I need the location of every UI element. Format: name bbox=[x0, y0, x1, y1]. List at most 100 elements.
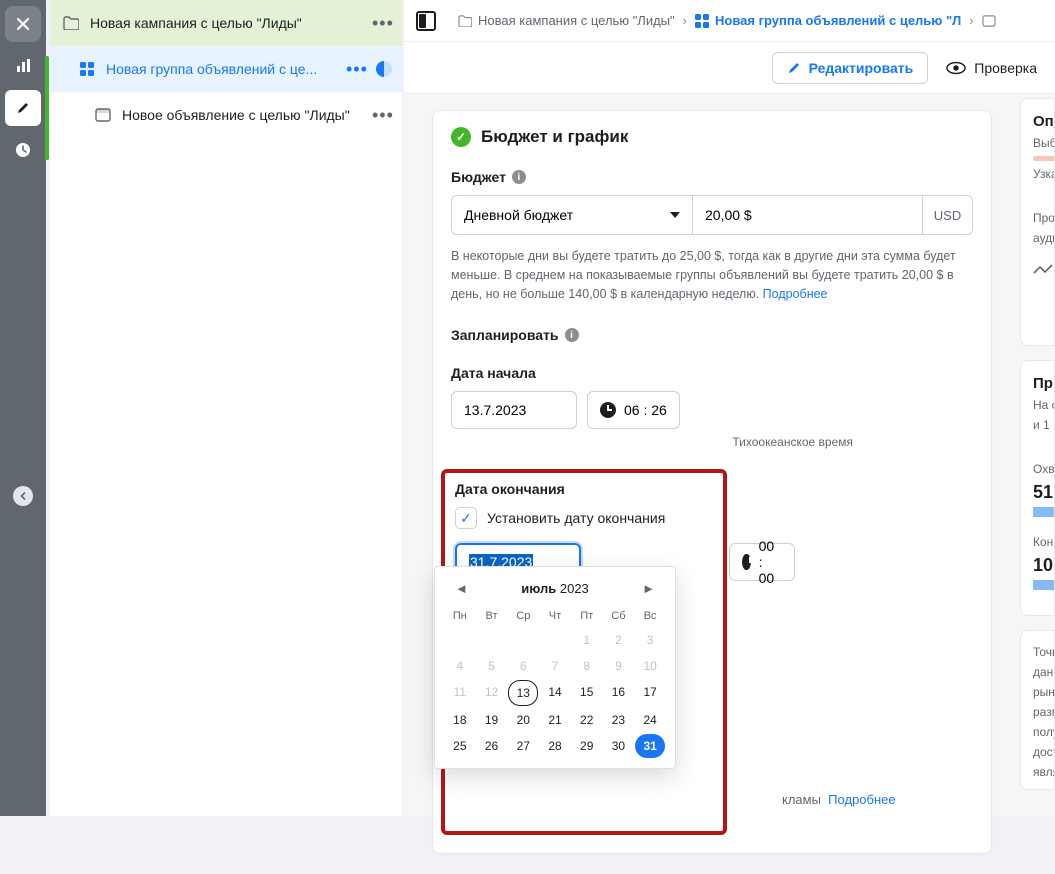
calendar-day: 11 bbox=[445, 680, 475, 706]
start-date-input[interactable]: 13.7.2023 bbox=[451, 391, 577, 429]
calendar-dow: Пт bbox=[572, 606, 602, 626]
calendar-dow: Вт bbox=[477, 606, 507, 626]
calendar-dow: Вс bbox=[635, 606, 665, 626]
timezone-label: Тихоокеанское время bbox=[451, 435, 853, 449]
more-icon[interactable]: ••• bbox=[372, 13, 392, 34]
grid-icon bbox=[78, 60, 96, 78]
calendar-day: 3 bbox=[635, 628, 665, 652]
calendar-day: 5 bbox=[477, 654, 507, 678]
action-bar: Редактировать Проверка bbox=[404, 42, 1055, 94]
trend-icon bbox=[1033, 263, 1053, 277]
breadcrumb-adgroup[interactable]: Новая группа объявлений с целью "Л bbox=[695, 13, 961, 28]
calendar-day[interactable]: 29 bbox=[572, 734, 602, 758]
calendar-dow: Пн bbox=[445, 606, 475, 626]
schedule-label: Запланировать i bbox=[451, 327, 973, 343]
budget-type-value: Дневной бюджет bbox=[464, 207, 573, 223]
bar-indicator bbox=[1033, 580, 1055, 590]
calendar-day: 7 bbox=[540, 654, 570, 678]
active-indicator bbox=[45, 56, 49, 160]
calendar-day[interactable]: 23 bbox=[604, 708, 634, 732]
right-panels: Оп Выб Узка Про ауди Пр На о и 1 Охв 51(… bbox=[1020, 98, 1055, 798]
calendar-day: 2 bbox=[604, 628, 634, 652]
folder-icon bbox=[62, 14, 80, 32]
next-month-icon[interactable]: ► bbox=[636, 579, 661, 598]
bar-indicator bbox=[1033, 507, 1055, 517]
tree-label: Новая кампания с целью "Лиды" bbox=[90, 15, 362, 31]
pencil-icon[interactable] bbox=[5, 90, 41, 126]
calendar-day[interactable]: 27 bbox=[508, 734, 538, 758]
calendar-day[interactable]: 16 bbox=[604, 680, 634, 706]
end-time-input[interactable]: 00 : 00 bbox=[729, 543, 795, 581]
calendar-day[interactable]: 30 bbox=[604, 734, 634, 758]
right-panel-3: Точн дан рын разм полу дост явля резу По… bbox=[1020, 630, 1055, 790]
ad-icon bbox=[982, 15, 996, 27]
calendar-popup: ◄ июль 2023 ► ПнВтСрЧтПтСбВс 12345678910… bbox=[434, 566, 676, 769]
budget-amount-input[interactable]: 20,00 $ bbox=[693, 195, 923, 235]
prev-month-icon[interactable]: ◄ bbox=[449, 579, 474, 598]
learn-more-link[interactable]: Подробнее bbox=[763, 287, 828, 301]
calendar-day: 8 bbox=[572, 654, 602, 678]
calendar-day[interactable]: 19 bbox=[477, 708, 507, 732]
calendar-day[interactable]: 24 bbox=[635, 708, 665, 732]
calendar-day-today[interactable]: 13 bbox=[508, 680, 538, 706]
check-circle-icon: ✓ bbox=[451, 127, 471, 147]
calendar-day: 6 bbox=[508, 654, 538, 678]
calendar-day[interactable]: 17 bbox=[635, 680, 665, 706]
calendar-day[interactable]: 25 bbox=[445, 734, 475, 758]
calendar-dow: Ср bbox=[508, 606, 538, 626]
budget-type-select[interactable]: Дневной бюджет bbox=[451, 195, 693, 235]
chart-icon[interactable] bbox=[5, 48, 41, 84]
budget-currency: USD bbox=[923, 195, 973, 235]
end-date-checkbox[interactable]: ✓ bbox=[455, 507, 477, 529]
right-panel-2: Пр На о и 1 Охв 51( Кон 10 bbox=[1020, 360, 1055, 616]
breadcrumb-label: Новая группа объявлений с целью "Л bbox=[715, 13, 961, 28]
budget-label: Бюджет i bbox=[451, 169, 973, 185]
end-date-label: Дата окончания bbox=[455, 481, 713, 497]
calendar-day[interactable]: 22 bbox=[572, 708, 602, 732]
check-link-label: Проверка bbox=[974, 60, 1037, 76]
more-icon[interactable]: ••• bbox=[372, 105, 392, 126]
pencil-icon bbox=[787, 61, 801, 75]
collapse-icon[interactable] bbox=[13, 486, 33, 506]
panel-toggle-icon[interactable] bbox=[416, 11, 436, 31]
budget-hint: В некоторые дни вы будете тратить до 25,… bbox=[451, 247, 973, 303]
budget-amount-value: 20,00 $ bbox=[705, 207, 752, 223]
left-rail bbox=[0, 0, 46, 816]
calendar-day[interactable]: 18 bbox=[445, 708, 475, 732]
tree-row-ad[interactable]: Новое объявление с целью "Лиды" ••• bbox=[50, 92, 402, 138]
right-panel-1: Оп Выб Узка Про ауди bbox=[1020, 98, 1055, 346]
clock-icon bbox=[742, 554, 751, 570]
edit-button-label: Редактировать bbox=[809, 60, 914, 76]
chevron-down-icon bbox=[670, 212, 680, 223]
calendar-day[interactable]: 14 bbox=[540, 680, 570, 706]
calendar-day: 1 bbox=[572, 628, 602, 652]
info-icon[interactable]: i bbox=[565, 328, 579, 342]
learn-more-link[interactable]: Подробнее bbox=[828, 792, 895, 807]
edit-button[interactable]: Редактировать bbox=[772, 52, 929, 84]
breadcrumb-campaign[interactable]: Новая кампания с целью "Лиды" bbox=[458, 13, 675, 28]
tree-row-campaign[interactable]: Новая кампания с целью "Лиды" ••• bbox=[50, 0, 402, 46]
calendar-day[interactable]: 21 bbox=[540, 708, 570, 732]
calendar-day[interactable]: 26 bbox=[477, 734, 507, 758]
start-time-input[interactable]: 06 : 26 bbox=[587, 391, 680, 429]
calendar-day[interactable]: 15 bbox=[572, 680, 602, 706]
more-icon[interactable]: ••• bbox=[346, 59, 366, 80]
calendar-title: июль 2023 bbox=[521, 581, 589, 596]
close-icon[interactable] bbox=[5, 6, 41, 42]
calendar-dow: Сб bbox=[604, 606, 634, 626]
calendar-day: 9 bbox=[604, 654, 634, 678]
tree-row-adgroup[interactable]: Новая группа объявлений с це... ••• bbox=[50, 46, 402, 92]
calendar-day-selected[interactable]: 31 bbox=[635, 734, 665, 758]
breadcrumb-label: Новая кампания с целью "Лиды" bbox=[478, 13, 675, 28]
clock-icon[interactable] bbox=[5, 132, 41, 168]
calendar-day[interactable]: 28 bbox=[540, 734, 570, 758]
tree-panel: Новая кампания с целью "Лиды" ••• Новая … bbox=[50, 0, 402, 816]
chevron-right-icon: › bbox=[683, 13, 687, 28]
half-circle-icon bbox=[376, 61, 392, 77]
check-link[interactable]: Проверка bbox=[946, 60, 1037, 76]
calendar-day: 10 bbox=[635, 654, 665, 678]
card-title: ✓ Бюджет и график bbox=[451, 127, 973, 147]
ad-icon bbox=[94, 106, 112, 124]
info-icon[interactable]: i bbox=[512, 170, 526, 184]
calendar-day[interactable]: 20 bbox=[508, 708, 538, 732]
